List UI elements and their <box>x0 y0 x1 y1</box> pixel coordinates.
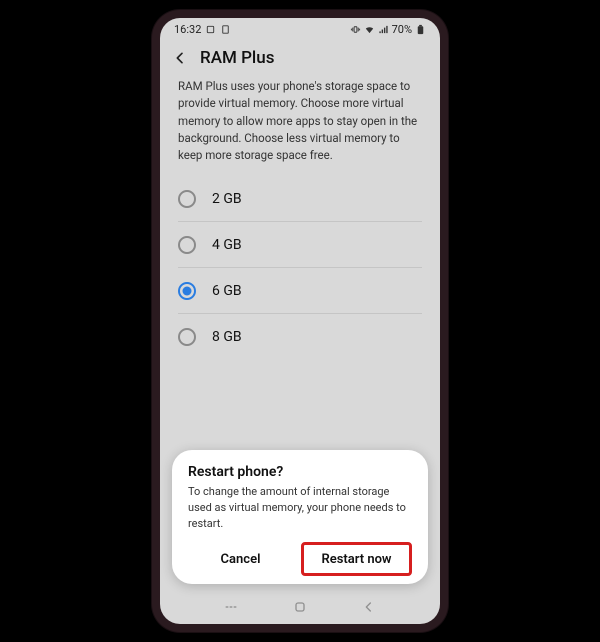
page-title: RAM Plus <box>200 48 274 68</box>
cancel-button[interactable]: Cancel <box>188 542 293 576</box>
option-label: 6 GB <box>212 283 242 299</box>
dialog-body: To change the amount of internal storage… <box>188 484 412 532</box>
dialog-buttons: Cancel Restart now <box>188 542 412 576</box>
status-right: 70% <box>350 23 426 36</box>
phone-screen: 16:32 70% <box>160 18 440 624</box>
dialog-title: Restart phone? <box>188 464 412 480</box>
status-left: 16:32 <box>174 23 231 36</box>
nav-back-icon[interactable] <box>361 599 377 615</box>
signal-icon <box>378 24 389 35</box>
description-text: RAM Plus uses your phone's storage space… <box>160 74 440 176</box>
app-header: RAM Plus <box>160 40 440 74</box>
status-bar: 16:32 70% <box>160 18 440 40</box>
restart-now-button[interactable]: Restart now <box>301 542 412 576</box>
battery-percent: 70% <box>392 23 412 36</box>
home-icon[interactable] <box>292 599 308 615</box>
screenshot-icon <box>205 24 216 35</box>
option-8gb[interactable]: 8 GB <box>178 314 422 360</box>
option-label: 8 GB <box>212 329 242 345</box>
radio-icon <box>178 236 196 254</box>
notification-icon <box>220 24 231 35</box>
battery-icon <box>415 24 426 35</box>
radio-icon <box>178 328 196 346</box>
radio-icon <box>178 282 196 300</box>
options-list: 2 GB 4 GB 6 GB 8 GB <box>160 176 440 360</box>
option-2gb[interactable]: 2 GB <box>178 176 422 222</box>
radio-icon <box>178 190 196 208</box>
vibrate-icon <box>350 24 361 35</box>
option-6gb[interactable]: 6 GB <box>178 268 422 314</box>
recents-icon[interactable] <box>223 599 239 615</box>
nav-bar <box>160 590 440 624</box>
phone-frame: 16:32 70% <box>152 10 448 632</box>
option-4gb[interactable]: 4 GB <box>178 222 422 268</box>
option-label: 4 GB <box>212 237 242 253</box>
wifi-icon <box>364 24 375 35</box>
option-label: 2 GB <box>212 191 242 207</box>
back-icon[interactable] <box>172 50 188 66</box>
restart-dialog: Restart phone? To change the amount of i… <box>172 450 428 584</box>
status-time: 16:32 <box>174 23 201 36</box>
